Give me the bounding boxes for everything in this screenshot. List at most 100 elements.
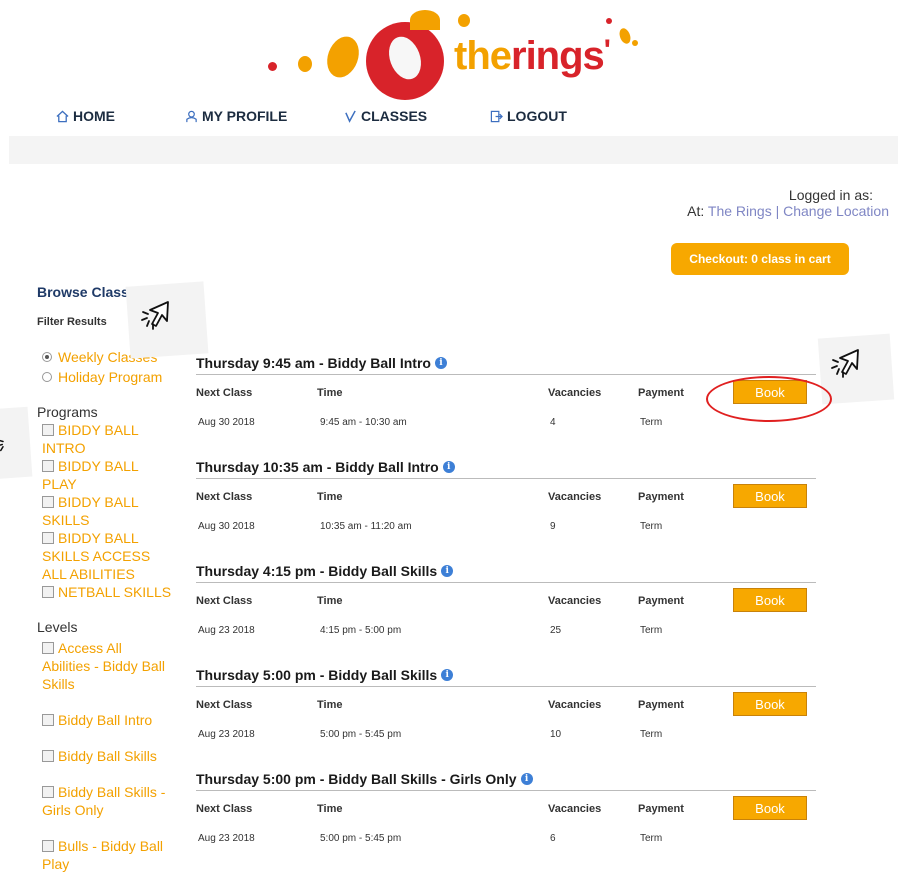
class-time: 5:00 pm - 5:45 pm [320,833,402,844]
radio-holiday-program[interactable]: Holiday Program [42,369,162,385]
logout-icon [490,110,503,122]
logo-word-the: the [454,34,512,78]
info-icon[interactable]: i [441,565,454,577]
col-payment: Payment [638,803,684,815]
class-vacancies: 4 [550,417,556,428]
program-checkbox[interactable]: BIDDY BALL PLAY [42,457,172,493]
radio-unselected-icon [42,372,52,382]
level-checkbox[interactable]: Access All Abilities - Biddy Ball Skills [42,639,172,693]
nav-classes[interactable]: CLASSES [344,108,427,124]
col-next-class: Next Class [196,699,253,711]
col-vacancies: Vacancies [548,387,602,399]
logo-word-rings: rings [511,34,605,78]
filter-results-heading: Filter Results [37,316,107,328]
level-checkbox[interactable]: Biddy Ball Intro [42,711,172,729]
program-checkbox[interactable]: NETBALL SKILLS [42,583,172,601]
book-button[interactable]: Book [733,484,807,508]
logo-dot [321,32,365,82]
programs-heading: Programs [37,404,98,420]
class-date: Aug 30 2018 [198,417,255,428]
location-link[interactable]: The Rings [708,203,772,219]
at-label: At: [687,203,705,219]
class-title: Thursday 10:35 am - Biddy Ball Intro [196,459,439,475]
level-label: Biddy Ball Skills [58,748,157,764]
separator: | [775,203,780,219]
class-vacancies: 10 [550,729,562,740]
col-time: Time [317,595,343,607]
program-label: BIDDY BALL INTRO [42,422,139,456]
col-vacancies: Vacancies [548,803,602,815]
logo-dot [606,18,612,24]
class-title: Thursday 5:00 pm - Biddy Ball Skills - G… [196,771,517,787]
checkbox-icon [42,424,54,436]
home-icon [56,110,69,122]
nav-logout-label: LOGOUT [507,108,567,124]
class-title-row: Thursday 9:45 am - Biddy Ball Intro i [196,354,816,372]
logo-dot [617,26,633,46]
nav-my-profile-label: MY PROFILE [202,108,288,124]
levels-heading: Levels [37,619,78,635]
nav-home-label: HOME [73,108,115,124]
class-block: Thursday 5:00 pm - Biddy Ball Skills - G… [196,770,816,844]
level-label: Bulls - Biddy Ball Play [42,838,164,872]
pointer-click-icon [138,296,178,341]
change-location-link[interactable]: Change Location [783,203,889,219]
class-block: Thursday 9:45 am - Biddy Ball Intro i Nex… [196,354,816,428]
user-icon [186,110,197,122]
col-time: Time [317,699,343,711]
class-title-row: Thursday 5:00 pm - Biddy Ball Skills - G… [196,770,816,788]
program-checkbox[interactable]: BIDDY BALL SKILLS ACCESS ALL ABILITIES [42,529,172,583]
info-icon[interactable]: i [441,669,454,681]
checkbox-icon [42,496,54,508]
checkbox-icon [42,460,54,472]
therings-logo[interactable]: therings' [262,10,642,100]
program-label: BIDDY BALL SKILLS [42,494,139,528]
book-button[interactable]: Book [733,692,807,716]
program-checkbox[interactable]: BIDDY BALL SKILLS [42,493,172,529]
class-title-row: Thursday 5:00 pm - Biddy Ball Skills i [196,666,816,684]
class-divider [196,478,816,479]
class-date: Aug 30 2018 [198,521,255,532]
class-block: Thursday 4:15 pm - Biddy Ball Skills i Ne… [196,562,816,636]
col-time: Time [317,387,343,399]
class-title-row: Thursday 10:35 am - Biddy Ball Intro i [196,458,816,476]
nav-my-profile[interactable]: MY PROFILE [185,108,287,124]
level-checkbox[interactable]: Biddy Ball Skills [42,747,172,765]
class-vacancies: 6 [550,833,556,844]
info-icon[interactable]: i [520,773,533,785]
highlight-circle [706,376,832,422]
level-checkbox[interactable]: Bulls - Biddy Ball Play [42,837,172,873]
logo-dot [298,56,312,72]
info-icon[interactable]: i [434,357,447,369]
checkbox-icon [42,840,54,852]
checkout-button[interactable]: Checkout: 0 class in cart [671,243,849,275]
logo-dot [632,40,638,46]
info-icon[interactable]: i [442,461,455,473]
checkbox-icon [42,642,54,654]
nav-home[interactable]: HOME [56,108,115,124]
program-checkbox[interactable]: BIDDY BALL INTRO [42,421,172,457]
nav-logout[interactable]: LOGOUT [490,108,567,124]
book-button[interactable]: Book [733,796,807,820]
radio-holiday-label: Holiday Program [58,369,163,385]
class-payment: Term [640,625,663,636]
class-payment: Term [640,833,663,844]
checkbox-icon [42,750,54,762]
col-next-class: Next Class [196,803,253,815]
col-vacancies: Vacancies [548,491,602,503]
logo-dot [410,10,440,30]
level-checkbox[interactable]: Biddy Ball Skills - Girls Only [42,783,172,819]
nav-classes-label: CLASSES [361,108,428,124]
class-time: 10:35 am - 11:20 am [320,521,412,532]
book-button[interactable]: Book [733,588,807,612]
logo-wordmark: therings' [454,34,611,78]
nav-divider-band [9,136,898,164]
program-label: BIDDY BALL SKILLS ACCESS ALL ABILITIES [42,530,151,582]
col-next-class: Next Class [196,387,253,399]
class-time: 4:15 pm - 5:00 pm [320,625,402,636]
class-title: Thursday 5:00 pm - Biddy Ball Skills [196,667,438,683]
level-label: Biddy Ball Intro [58,712,153,728]
class-date: Aug 23 2018 [198,625,255,636]
logo-dot [268,62,277,71]
class-block: Thursday 5:00 pm - Biddy Ball Skills i Ne… [196,666,816,740]
